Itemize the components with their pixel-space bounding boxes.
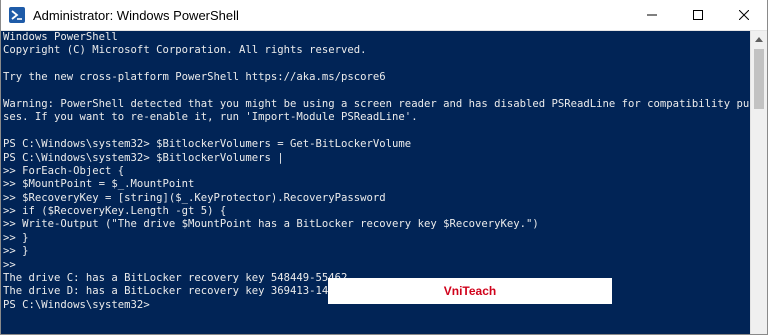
console-line: >>	[3, 258, 16, 271]
chevron-up-icon	[755, 37, 763, 42]
minimize-button[interactable]	[629, 0, 675, 30]
console-line: >> ForEach-Object {	[3, 164, 125, 177]
console-line: >> Write-Output ("The drive $MountPoint …	[3, 218, 539, 231]
watermark-text: VniTeach	[443, 284, 497, 298]
maximize-button[interactable]	[675, 0, 721, 30]
console-line: Warning: PowerShell detected that you mi…	[3, 97, 750, 110]
window-title: Administrator: Windows PowerShell	[33, 7, 239, 23]
powershell-icon	[9, 7, 25, 23]
console-line: Copyright (C) Microsoft Corporation. All…	[3, 44, 367, 57]
close-icon	[739, 10, 749, 20]
window-controls	[629, 0, 767, 30]
console-line: Windows PowerShell	[3, 31, 118, 43]
console-line: PS C:\Windows\system32> $BitlockerVolume…	[3, 151, 284, 164]
console-line: ses. If you want to re-enable it, run 'I…	[3, 111, 418, 124]
console-line: PS C:\Windows\system32> $BitlockerVolume…	[3, 138, 412, 151]
scroll-up-button[interactable]	[751, 31, 767, 48]
close-button[interactable]	[721, 0, 767, 30]
console-line: >> }	[3, 231, 29, 244]
console-line: Try the new cross-platform PowerShell ht…	[3, 71, 386, 84]
console-line: >> if ($RecoveryKey.Length -gt 5) {	[3, 205, 227, 218]
vertical-scrollbar[interactable]	[750, 31, 767, 334]
console-line: >> }	[3, 245, 29, 258]
console-line: >> $RecoveryKey = [string]($_.KeyProtect…	[3, 191, 386, 204]
maximize-icon	[693, 10, 703, 20]
minimize-icon	[647, 14, 657, 16]
scrollbar-thumb[interactable]	[754, 49, 764, 109]
title-bar[interactable]: Administrator: Windows PowerShell	[1, 0, 767, 31]
powershell-window: Administrator: Windows PowerShell Window…	[0, 0, 768, 335]
console-line: >> $MountPoint = $_.MountPoint	[3, 178, 195, 191]
